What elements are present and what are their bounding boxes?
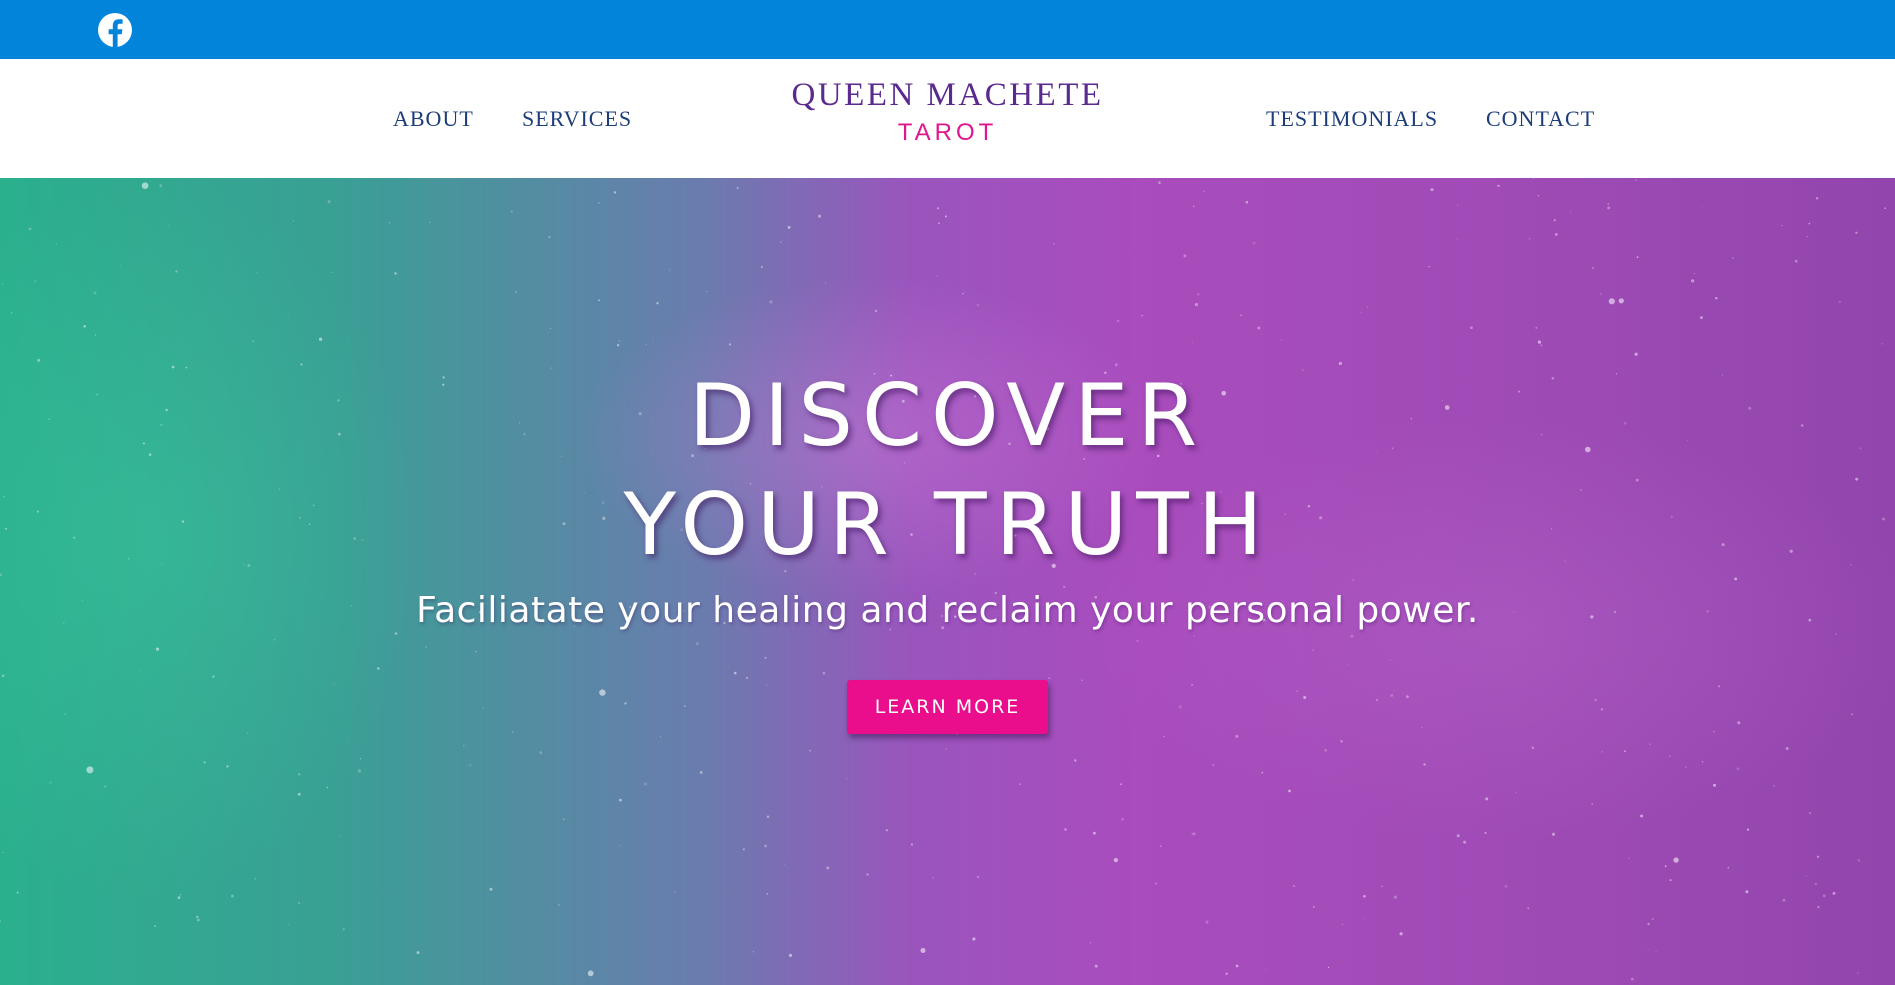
nav-link-contact[interactable]: CONTACT: [1486, 106, 1595, 132]
nav-link-testimonials[interactable]: TESTIMONIALS: [1266, 106, 1438, 132]
hero-headline-line1: DISCOVER: [688, 366, 1207, 466]
hero-section: DISCOVER YOUR TRUTH Faciliatate your hea…: [0, 178, 1895, 985]
hero-subheadline: Faciliatate your healing and reclaim you…: [416, 590, 1479, 631]
logo-title[interactable]: QUEEN MACHETE: [0, 77, 1895, 114]
social-topbar: [0, 0, 1895, 59]
hero-headline-line2: YOUR TRUTH: [623, 475, 1272, 575]
learn-more-button[interactable]: LEARN MORE: [847, 680, 1048, 734]
logo-subtitle[interactable]: TAROT: [0, 119, 1895, 147]
facebook-icon[interactable]: [98, 13, 132, 47]
starfield-background: [0, 178, 1886, 981]
